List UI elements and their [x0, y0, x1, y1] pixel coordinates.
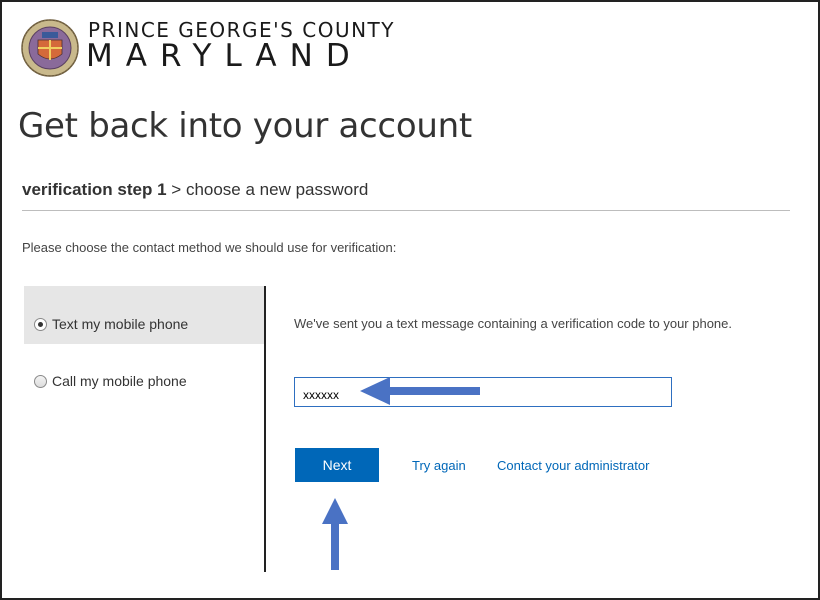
step-current: verification step 1	[22, 180, 167, 199]
next-button[interactable]: Next	[295, 448, 379, 482]
panel-divider	[264, 286, 266, 572]
verification-message: We've sent you a text message containing…	[294, 316, 733, 331]
steps-divider	[22, 210, 790, 211]
contact-method-list: Text my mobile phone Call my mobile phon…	[24, 286, 264, 394]
instruction-text: Please choose the contact method we shou…	[22, 240, 397, 255]
radio-call-mobile[interactable]	[34, 375, 47, 388]
county-seal-icon	[21, 19, 79, 77]
verification-code-input[interactable]	[294, 377, 672, 407]
method-label: Call my mobile phone	[52, 373, 187, 389]
county-logo: PRINCE GEORGE'S COUNTY MARYLAND	[16, 14, 393, 80]
page-title: Get back into your account	[18, 106, 472, 146]
method-label: Text my mobile phone	[52, 316, 189, 332]
step-separator: >	[166, 180, 186, 199]
page-frame: PRINCE GEORGE'S COUNTY MARYLAND Get back…	[0, 0, 820, 600]
contact-admin-link[interactable]: Contact your administrator	[497, 458, 649, 473]
step-next: choose a new password	[185, 180, 369, 199]
radio-text-mobile[interactable]	[34, 318, 47, 331]
logo-state-name: MARYLAND	[86, 38, 363, 74]
step-breadcrumb: verification step 1 > choose a new passw…	[22, 180, 368, 200]
method-call-mobile[interactable]: Call my mobile phone	[24, 344, 264, 394]
arrow-up-icon	[322, 498, 348, 570]
try-again-link[interactable]: Try again	[412, 458, 466, 473]
method-text-mobile[interactable]: Text my mobile phone	[24, 286, 264, 344]
